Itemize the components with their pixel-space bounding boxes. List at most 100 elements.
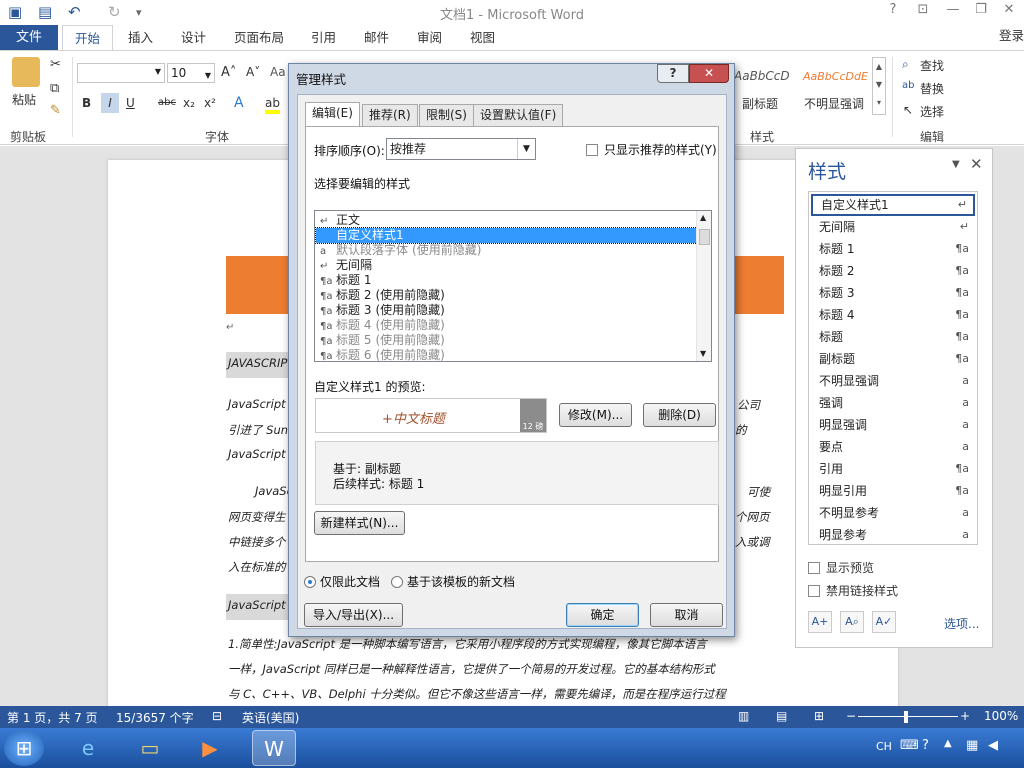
font-size-input[interactable]: 10 ▼ bbox=[167, 63, 215, 83]
tray-expand-icon[interactable]: ▲ bbox=[944, 738, 952, 749]
style-pane-item[interactable]: 标题 3 ¶a bbox=[811, 282, 975, 304]
file-explorer-icon[interactable]: ▭ bbox=[128, 730, 172, 766]
keyboard-icon[interactable]: ⌨ bbox=[900, 738, 919, 753]
start-button-icon[interactable]: ⊞ bbox=[4, 730, 44, 766]
sort-order-select[interactable]: 按推荐 ▼ bbox=[386, 138, 536, 160]
help-tray-icon[interactable]: ? bbox=[922, 738, 929, 753]
scroll-up-icon[interactable]: ▲ bbox=[700, 213, 706, 222]
style-list-item[interactable]: ¶a 标题 4 (使用前隐藏) bbox=[316, 318, 697, 333]
radio-indicator[interactable] bbox=[391, 576, 403, 588]
new-doc-template-radio[interactable]: 基于该模板的新文档 bbox=[391, 573, 515, 590]
checkbox-box[interactable] bbox=[586, 144, 598, 156]
replace-button[interactable]: 替换 bbox=[920, 80, 944, 97]
style-pane-item[interactable]: 副标题 ¶a bbox=[811, 348, 975, 370]
page-count[interactable]: 第 1 页，共 7 页 bbox=[7, 709, 98, 726]
print-layout-icon[interactable]: ▤ bbox=[776, 709, 787, 723]
tab-insert[interactable]: 插入 bbox=[128, 25, 153, 50]
minimize-icon[interactable]: — bbox=[940, 2, 966, 22]
volume-icon[interactable]: ◀ bbox=[988, 738, 998, 753]
tab-set-defaults[interactable]: 设置默认值(F) bbox=[473, 104, 564, 126]
tab-file[interactable]: 文件 bbox=[0, 25, 58, 50]
delete-button[interactable]: 删除(D) bbox=[643, 403, 716, 427]
scroll-thumb[interactable] bbox=[699, 229, 710, 245]
manage-styles-icon[interactable]: A✓ bbox=[872, 611, 896, 633]
ribbon-display-icon[interactable]: ⊡ bbox=[910, 2, 936, 22]
subscript-icon[interactable]: x₂ bbox=[183, 96, 195, 110]
cut-icon[interactable]: ✂ bbox=[50, 57, 61, 72]
style-gallery-item-subtitle[interactable]: AaBbCcD 副标题 bbox=[734, 63, 794, 113]
bold-icon[interactable]: B bbox=[82, 96, 91, 110]
chevron-down-icon[interactable]: ▼ bbox=[517, 139, 535, 159]
help-button[interactable]: ? bbox=[880, 2, 906, 22]
word-count[interactable]: 15/3657 个字 bbox=[116, 709, 194, 726]
proofing-icon[interactable]: ⊟ bbox=[212, 709, 222, 723]
highlight-icon[interactable]: ab bbox=[265, 96, 280, 114]
read-mode-icon[interactable]: ▥ bbox=[738, 709, 749, 723]
style-list-item[interactable]: ¶a 标题 1 bbox=[316, 273, 697, 288]
style-list-item[interactable]: 自定义样式1 bbox=[315, 227, 698, 244]
zoom-slider-thumb[interactable] bbox=[904, 711, 908, 723]
new-style-icon[interactable]: A+ bbox=[808, 611, 832, 633]
style-pane-item[interactable]: 无间隔 ↵ bbox=[811, 216, 975, 238]
scroll-down-icon[interactable]: ▼ bbox=[700, 349, 706, 358]
disable-linked-checkbox[interactable]: 禁用链接样式 bbox=[808, 582, 898, 599]
style-pane-item[interactable]: 明显强调 a bbox=[811, 414, 975, 436]
zoom-out-icon[interactable]: − bbox=[846, 709, 856, 723]
style-pane-item[interactable]: 明显引用 ¶a bbox=[811, 480, 975, 502]
show-preview-checkbox[interactable]: 显示预览 bbox=[808, 559, 874, 576]
tab-layout[interactable]: 页面布局 bbox=[234, 25, 284, 50]
style-pane-item[interactable]: 标题 2 ¶a bbox=[811, 260, 975, 282]
tab-design[interactable]: 设计 bbox=[181, 25, 206, 50]
style-pane-item[interactable]: 标题 4 ¶a bbox=[811, 304, 975, 326]
select-button[interactable]: 选择 bbox=[920, 103, 944, 120]
tab-edit[interactable]: 编辑(E) bbox=[305, 102, 360, 127]
tab-view[interactable]: 视图 bbox=[470, 25, 495, 50]
only-recommended-checkbox[interactable]: 只显示推荐的样式(Y) bbox=[586, 141, 717, 158]
tab-restrict[interactable]: 限制(S) bbox=[419, 104, 474, 126]
style-pane-item[interactable]: 标题 1 ¶a bbox=[811, 238, 975, 260]
superscript-icon[interactable]: x² bbox=[204, 96, 216, 110]
select-icon[interactable]: ↖ bbox=[903, 103, 913, 117]
find-icon[interactable]: ⌕ bbox=[902, 57, 909, 72]
style-listbox[interactable]: ↵ 正文 自定义样式1 a 默认段落字体 (使用前隐藏) ↵ 无间隔 ¶a 标题 1 ¶a 标题 2(… bbox=[314, 210, 712, 362]
modify-button[interactable]: 修改(M)... bbox=[559, 403, 632, 427]
style-pane-item[interactable]: 引用 ¶a bbox=[811, 458, 975, 480]
internet-explorer-icon[interactable]: e bbox=[66, 730, 110, 766]
style-list-item[interactable]: a 默认段落字体 (使用前隐藏) bbox=[316, 243, 697, 258]
style-pane-item[interactable]: 强调 a bbox=[811, 392, 975, 414]
grow-font-icon[interactable]: A˄ bbox=[221, 65, 236, 80]
format-painter-icon[interactable]: ✎ bbox=[50, 103, 61, 118]
tab-references[interactable]: 引用 bbox=[311, 25, 336, 50]
style-pane-item[interactable]: 标题 ¶a bbox=[811, 326, 975, 348]
zoom-in-icon[interactable]: + bbox=[960, 709, 970, 723]
italic-icon[interactable]: I bbox=[101, 93, 119, 113]
word-taskbar-icon[interactable]: W bbox=[252, 730, 296, 766]
style-list-item[interactable]: ¶a 标题 6 (使用前隐藏) bbox=[316, 348, 697, 361]
checkbox-box[interactable] bbox=[808, 585, 820, 597]
style-list-item[interactable]: ↵ 无间隔 bbox=[316, 258, 697, 273]
shrink-font-icon[interactable]: A˅ bbox=[246, 65, 260, 79]
network-icon[interactable]: ▦ bbox=[966, 738, 978, 753]
font-name-input[interactable]: ▼ bbox=[77, 63, 165, 83]
style-list-item[interactable]: ¶a 标题 5 (使用前隐藏) bbox=[316, 333, 697, 348]
ok-button[interactable]: 确定 bbox=[566, 603, 639, 627]
paste-icon[interactable] bbox=[12, 57, 40, 87]
paste-button[interactable]: 粘贴 bbox=[12, 91, 36, 108]
style-list-item[interactable]: ↵ 正文 bbox=[316, 213, 697, 228]
media-player-icon[interactable]: ▶ bbox=[188, 730, 232, 766]
gallery-scroll[interactable]: ▲ ▼ ▾ bbox=[872, 57, 886, 115]
close-window-icon[interactable]: ✕ bbox=[996, 2, 1022, 22]
style-pane-item[interactable]: 不明显参考 a bbox=[811, 502, 975, 524]
tab-recommend[interactable]: 推荐(R) bbox=[362, 104, 418, 126]
ime-indicator[interactable]: CH bbox=[876, 740, 892, 753]
find-button[interactable]: 查找 bbox=[920, 57, 944, 74]
style-gallery-item-subtle-emphasis[interactable]: AaBbCcDdE 不明显强调 bbox=[800, 63, 870, 113]
close-pane-icon[interactable]: ✕ bbox=[970, 155, 983, 173]
import-export-button[interactable]: 导入/导出(X)... bbox=[304, 603, 403, 627]
new-style-button[interactable]: 新建样式(N)... bbox=[314, 511, 405, 535]
list-scrollbar[interactable]: ▲ ▼ bbox=[696, 211, 711, 361]
restore-icon[interactable]: ❐ bbox=[968, 2, 994, 22]
pane-options-icon[interactable]: ▼ bbox=[952, 159, 960, 170]
tab-home[interactable]: 开始 bbox=[62, 25, 114, 50]
change-case-icon[interactable]: Aa bbox=[270, 65, 286, 79]
